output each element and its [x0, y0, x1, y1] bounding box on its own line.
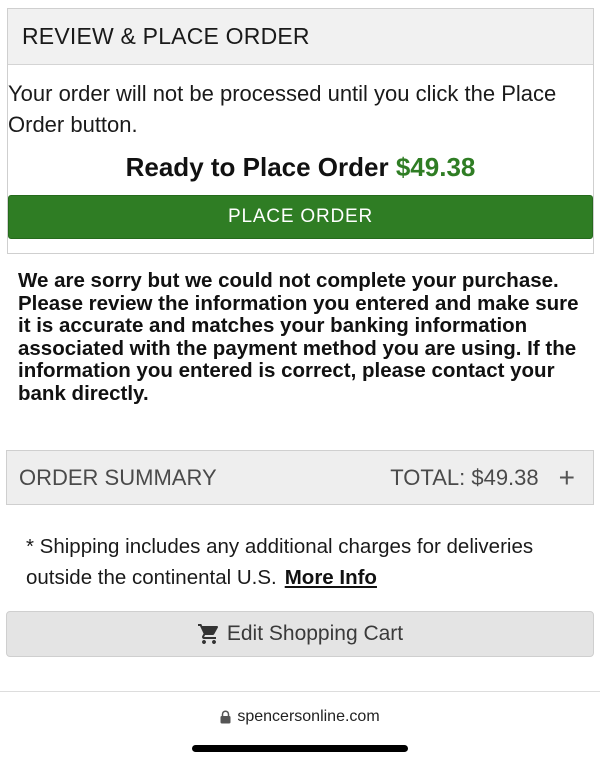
review-note: Your order will not be processed until y…: [8, 81, 557, 137]
more-info-link[interactable]: More Info: [285, 566, 377, 589]
plus-icon[interactable]: +: [559, 463, 575, 492]
edit-cart-label: Edit Shopping Cart: [226, 622, 404, 645]
order-total: TOTAL: $49.38: [390, 464, 539, 490]
ready-amount: $49.38: [395, 152, 476, 182]
order-summary-label: ORDER SUMMARY: [19, 464, 217, 490]
error-message: We are sorry but we could not complete y…: [18, 269, 579, 405]
ready-label: Ready to Place Order: [125, 152, 389, 182]
review-header: REVIEW & PLACE ORDER: [8, 9, 593, 65]
review-place-order-panel: REVIEW & PLACE ORDER Your order will not…: [7, 8, 594, 254]
cart-icon: [197, 622, 221, 646]
divider: [0, 691, 600, 692]
ready-to-place-order: Ready to Place Order $49.38: [8, 152, 593, 183]
place-order-button[interactable]: PLACE ORDER: [8, 195, 593, 239]
home-indicator[interactable]: [192, 745, 408, 752]
shipping-note: * Shipping includes any additional charg…: [26, 531, 586, 593]
browser-url-bar[interactable]: spencersonline.com: [0, 708, 600, 726]
lock-icon: [220, 710, 231, 724]
shipping-note-text: * Shipping includes any additional charg…: [26, 535, 534, 589]
url-text: spencersonline.com: [237, 708, 380, 725]
edit-shopping-cart-button[interactable]: Edit Shopping Cart: [6, 611, 594, 657]
order-summary-toggle[interactable]: ORDER SUMMARY TOTAL: $49.38 +: [6, 450, 594, 505]
